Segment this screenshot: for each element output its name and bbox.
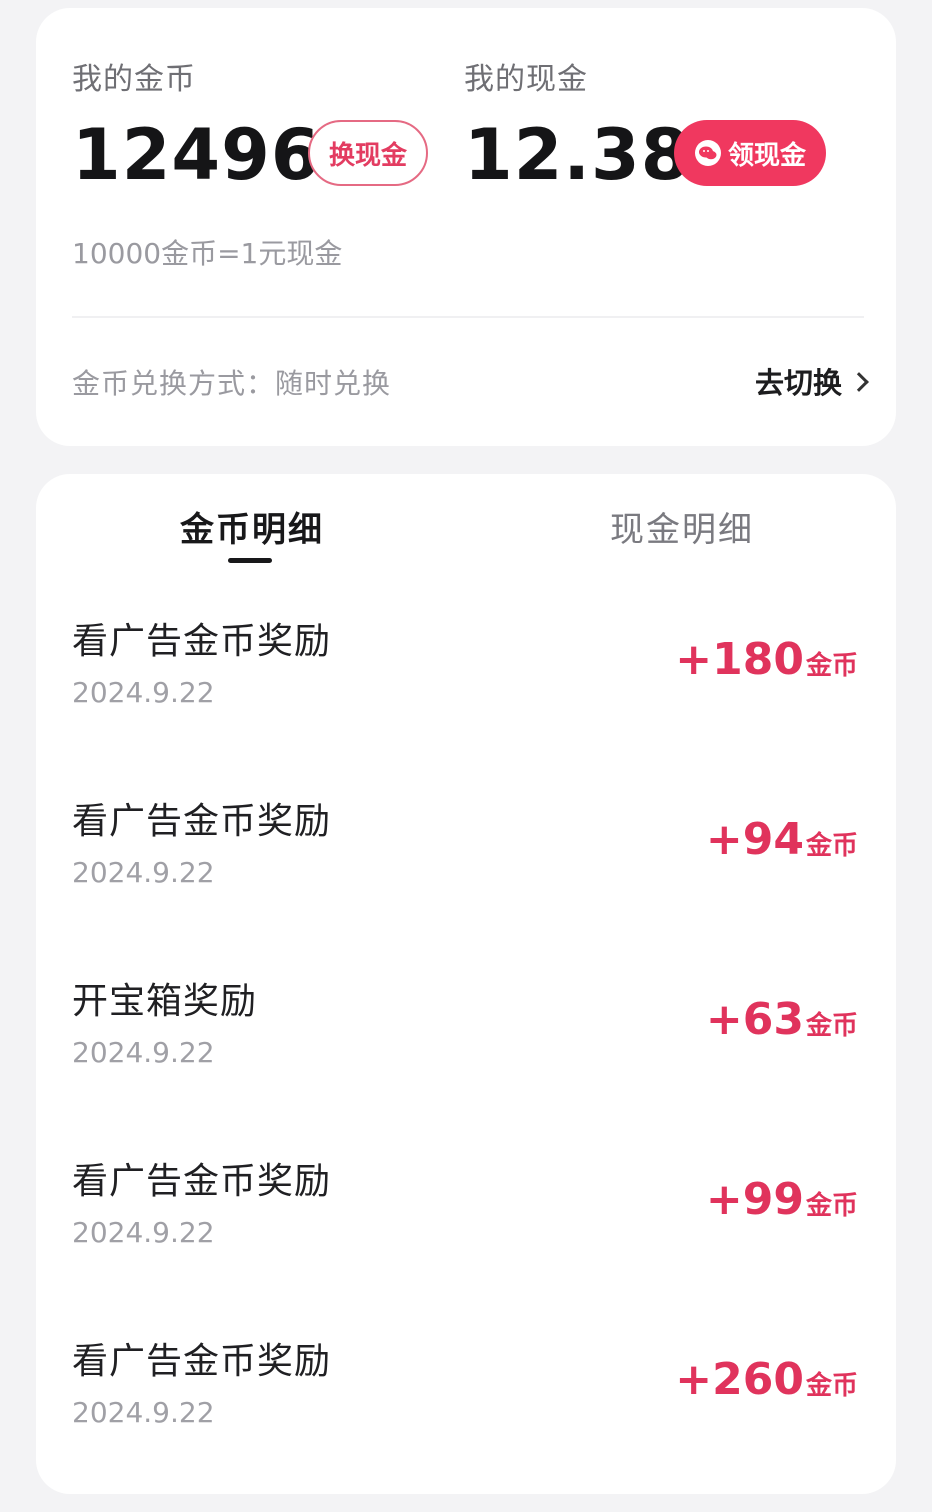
- switch-method-link[interactable]: 去切换: [754, 360, 869, 402]
- switch-method-label: 去切换: [754, 366, 842, 400]
- record-title: 看广告金币奖励: [72, 621, 332, 662]
- record-amount-value: +63: [705, 994, 804, 1045]
- tab-coin-details[interactable]: 金币明细: [180, 502, 324, 551]
- coins-value: 12496: [72, 114, 321, 196]
- coins-label: 我的金币: [72, 62, 196, 97]
- record-amount: +260 金币: [675, 1354, 858, 1405]
- exchange-cash-button[interactable]: 换现金: [308, 120, 428, 186]
- record-amount-unit: 金币: [805, 1011, 858, 1041]
- active-tab-indicator: [228, 558, 272, 563]
- record-amount: +63 金币: [706, 994, 858, 1045]
- withdraw-cash-button[interactable]: 领现金: [674, 120, 826, 186]
- record-date: 2024.9.22: [72, 676, 215, 709]
- record-title: 看广告金币奖励: [72, 1161, 332, 1202]
- record-amount-unit: 金币: [805, 1371, 858, 1401]
- record-amount-unit: 金币: [805, 831, 858, 861]
- tab-cash-details[interactable]: 现金明细: [610, 502, 754, 551]
- list-item: 看广告金币奖励 2024.9.22 +99 金币: [36, 1152, 896, 1332]
- exchange-rate-text: 10000金币=1元现金: [72, 237, 343, 270]
- record-amount-value: +94: [705, 814, 804, 865]
- record-amount-unit: 金币: [805, 1191, 858, 1221]
- list-item: 看广告金币奖励 2024.9.22 +180 金币: [36, 612, 896, 792]
- list-item: 看广告金币奖励 2024.9.22 +94 金币: [36, 792, 896, 972]
- withdraw-cash-label: 领现金: [727, 140, 806, 171]
- record-title: 看广告金币奖励: [72, 801, 332, 842]
- record-date: 2024.9.22: [72, 1036, 215, 1069]
- cash-label: 我的现金: [464, 62, 588, 97]
- wallet-card: 我的金币 12496 换现金 我的现金 12.38 领现金 10000金币=1元…: [36, 8, 896, 446]
- record-amount: +94 金币: [706, 814, 858, 865]
- detail-card: 金币明细 现金明细 看广告金币奖励 2024.9.22 +180 金币 看广告金…: [36, 474, 896, 1494]
- record-amount: +99 金币: [706, 1174, 858, 1225]
- record-amount-value: +260: [675, 1354, 804, 1405]
- record-amount-value: +180: [675, 634, 804, 685]
- record-date: 2024.9.22: [72, 1396, 215, 1429]
- wechat-icon: [694, 140, 721, 166]
- record-title: 看广告金币奖励: [72, 1341, 332, 1382]
- record-date: 2024.9.22: [72, 1216, 215, 1249]
- record-amount: +180 金币: [675, 634, 858, 685]
- cash-value: 12.38: [464, 114, 691, 196]
- divider: [72, 316, 864, 318]
- record-title: 开宝箱奖励: [72, 981, 258, 1022]
- record-amount-value: +99: [705, 1174, 804, 1225]
- list-item: 开宝箱奖励 2024.9.22 +63 金币: [36, 972, 896, 1152]
- list-item: 看广告金币奖励 2024.9.22 +260 金币: [36, 1332, 896, 1512]
- exchange-method-text: 金币兑换方式：随时兑换: [72, 367, 392, 400]
- chevron-right-icon: [849, 372, 869, 392]
- record-amount-unit: 金币: [805, 651, 858, 681]
- record-date: 2024.9.22: [72, 856, 215, 889]
